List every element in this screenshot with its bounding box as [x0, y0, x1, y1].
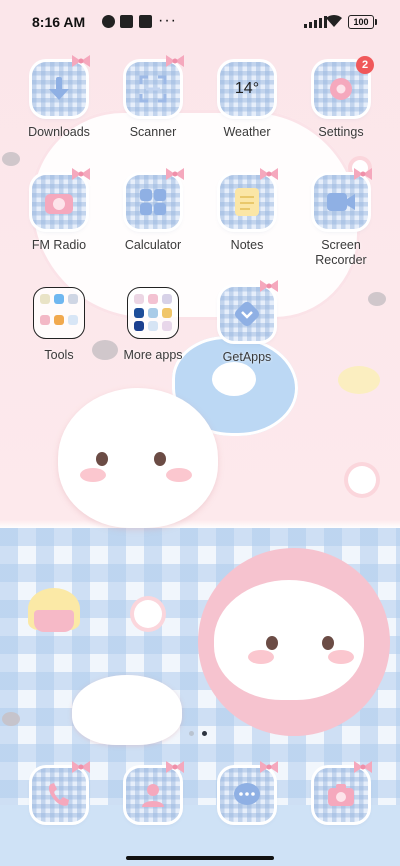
bow-icon	[166, 168, 184, 180]
notepad-icon	[232, 186, 262, 218]
bow-icon	[260, 280, 278, 292]
app-label: Notes	[230, 238, 264, 252]
app-settings[interactable]: 2 Settings	[294, 56, 388, 140]
folder-more-apps[interactable]: More apps	[106, 287, 200, 363]
app-label: Scanner	[129, 125, 177, 139]
dock-phone[interactable]	[12, 761, 106, 822]
app-label: Settings	[318, 125, 364, 139]
page-indicator[interactable]	[189, 731, 207, 736]
notification-icon	[120, 15, 133, 28]
gear-icon	[326, 74, 356, 104]
mini-app-icon	[147, 307, 158, 318]
mini-app-icon	[147, 321, 158, 332]
mini-app-icon	[161, 307, 172, 318]
label-line: Recorder	[315, 253, 367, 267]
bow-icon	[354, 168, 372, 180]
mini-app-icon	[40, 314, 51, 325]
camera-icon	[326, 782, 356, 808]
download-arrow-icon	[44, 74, 74, 104]
app-fm-radio[interactable]: FM Radio	[12, 168, 106, 253]
bow-icon	[166, 55, 184, 67]
tools-folder-preview[interactable]	[33, 287, 85, 339]
messages-icon	[232, 781, 262, 809]
bow-icon	[166, 761, 184, 773]
status-bar: 8:16 AM ··· 100	[0, 0, 400, 44]
upload-notification-icon	[139, 15, 152, 28]
scan-frame-icon	[138, 74, 168, 104]
calculator-tile[interactable]	[126, 168, 184, 229]
mini-app-icon	[53, 294, 64, 304]
app-weather[interactable]: 14° Weather	[200, 62, 294, 140]
more-notifications-icon: ···	[158, 12, 177, 29]
weather-temperature: 14°	[234, 80, 260, 97]
messages-tile[interactable]	[220, 761, 278, 822]
radio-icon	[43, 187, 75, 217]
calculator-grid-icon	[138, 187, 168, 217]
bow-icon	[72, 55, 90, 67]
bow-icon	[260, 761, 278, 773]
mini-app-icon	[67, 314, 78, 325]
app-scanner[interactable]: Scanner	[106, 55, 200, 140]
app-getapps[interactable]: GetApps	[200, 280, 294, 365]
app-calculator[interactable]: Calculator	[106, 168, 200, 253]
cell-signal-icon	[304, 16, 327, 28]
contacts-tile[interactable]	[126, 761, 184, 822]
camera-tile[interactable]	[314, 761, 372, 822]
mini-app-icon	[134, 321, 145, 332]
notification-icon	[102, 15, 115, 28]
page-dot-active[interactable]	[202, 731, 207, 736]
app-label: GetApps	[222, 350, 272, 364]
app-label: FM Radio	[31, 238, 87, 252]
home-gesture-bar[interactable]	[126, 856, 274, 860]
page-dot[interactable]	[189, 731, 194, 736]
dock-messages[interactable]	[200, 761, 294, 822]
phone-icon	[45, 781, 73, 809]
label-line: Screen	[321, 238, 361, 252]
app-label: Weather	[223, 125, 271, 139]
mini-app-icon	[134, 294, 145, 304]
app-label: Calculator	[124, 238, 182, 252]
fm-radio-tile[interactable]	[32, 168, 90, 229]
app-notes[interactable]: Notes	[200, 168, 294, 253]
app-screen-recorder[interactable]: Screen Recorder	[294, 168, 388, 268]
dock-contacts[interactable]	[106, 761, 200, 822]
bow-icon	[354, 761, 372, 773]
dock-camera[interactable]	[294, 761, 388, 822]
video-camera-icon	[325, 189, 357, 215]
mini-app-icon	[147, 294, 158, 304]
notes-tile[interactable]	[220, 168, 278, 229]
app-label: Downloads	[28, 125, 90, 139]
app-label: Tools	[44, 348, 74, 362]
folder-tools[interactable]: Tools	[12, 287, 106, 363]
contacts-icon	[139, 781, 167, 809]
more-apps-folder-preview[interactable]	[127, 287, 179, 339]
battery-level: 100	[353, 17, 369, 27]
bow-icon	[72, 761, 90, 773]
phone-tile[interactable]	[32, 761, 90, 822]
app-label: More apps	[123, 348, 183, 362]
mini-app-icon	[53, 314, 64, 325]
weather-tile[interactable]: 14°	[220, 62, 274, 116]
mini-app-icon	[67, 294, 78, 304]
bow-icon	[260, 168, 278, 180]
home-screen-grid: Downloads Scanner 14° Weather 2 Settings	[0, 0, 400, 866]
mini-app-icon	[161, 294, 172, 304]
downloads-tile[interactable]	[32, 55, 90, 116]
store-diamond-icon	[232, 299, 262, 329]
status-time: 8:16 AM	[32, 14, 86, 30]
battery-icon: 100	[348, 15, 377, 29]
wifi-icon	[325, 14, 343, 31]
notification-badge: 2	[356, 56, 374, 74]
app-downloads[interactable]: Downloads	[12, 55, 106, 140]
scanner-tile[interactable]	[126, 55, 184, 116]
screen-recorder-tile[interactable]	[314, 168, 372, 229]
mini-app-icon	[134, 307, 145, 318]
mini-app-icon	[161, 321, 172, 332]
app-label: Screen Recorder	[294, 238, 388, 268]
bow-icon	[72, 168, 90, 180]
getapps-tile[interactable]	[220, 280, 278, 341]
mini-app-icon	[40, 294, 51, 304]
